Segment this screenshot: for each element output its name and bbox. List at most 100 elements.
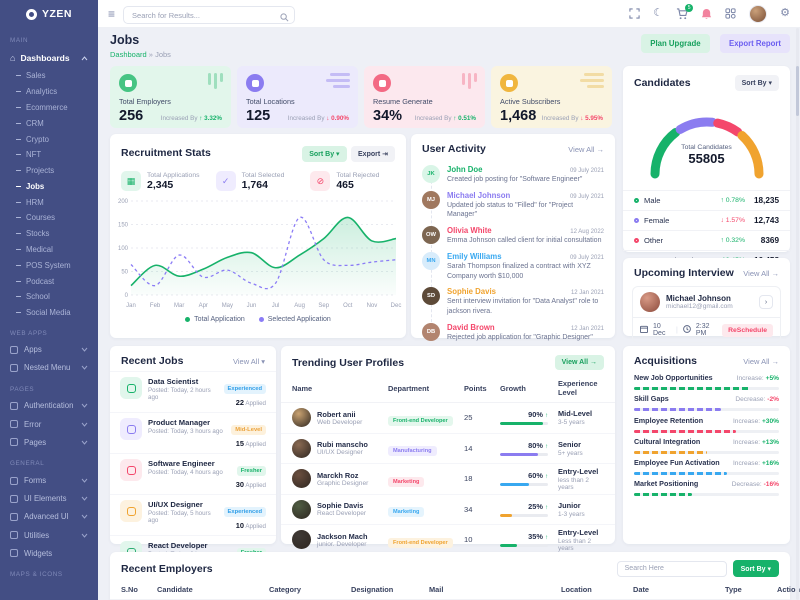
- sidebar-item-crm[interactable]: CRM: [0, 115, 98, 131]
- growth-bar: [500, 422, 548, 425]
- stat-card-change-pct: ↓ 0.90%: [326, 115, 349, 122]
- notifications-bell-icon[interactable]: [701, 8, 712, 20]
- sidebar-item-widgets[interactable]: Widgets: [0, 544, 98, 562]
- recruitment-sort-by-button[interactable]: Sort By ▾: [302, 146, 346, 162]
- job-posted: Posted: Today, 3 hours ago: [148, 428, 223, 435]
- decorative-bars: [580, 73, 604, 88]
- scrollbar-track[interactable]: [796, 28, 799, 600]
- sidebar-item-crypto[interactable]: Crypto: [0, 131, 98, 147]
- candidates-row-male: Male↑ 0.78%18,235: [623, 190, 790, 210]
- employers-col-category: Category: [269, 585, 351, 594]
- acquisitions-view-all[interactable]: View All →: [743, 357, 779, 366]
- candidates-sort-by-button[interactable]: Sort By ▾: [735, 75, 779, 91]
- sidebar-item-analytics[interactable]: Analytics: [0, 84, 98, 100]
- sidebar-item-courses[interactable]: Courses: [0, 210, 98, 226]
- chart-legend: Total ApplicationSelected Application: [110, 316, 406, 323]
- sidebar-item-error[interactable]: Error: [0, 415, 98, 433]
- acquisition-item: Skill GapsDecrease: -2%: [623, 390, 790, 411]
- scrollbar-thumb[interactable]: [796, 66, 799, 116]
- settings-gear-icon[interactable]: ⚙: [780, 8, 790, 19]
- dash-icon: [16, 265, 21, 266]
- svg-text:50: 50: [121, 270, 128, 276]
- employers-sort-by-button[interactable]: Sort By ▾: [733, 560, 779, 577]
- acquisition-item: Employee RetentionIncrease: +30%: [623, 411, 790, 432]
- sidebar-item-utilities[interactable]: Utilities: [0, 526, 98, 544]
- legend-dot: [259, 317, 264, 322]
- stat-card-label: Total Employers: [119, 97, 222, 106]
- activity-user-name: John Doe: [447, 165, 483, 174]
- department-badge: Manufacturing: [388, 446, 437, 456]
- product-manager-icon: [120, 418, 142, 440]
- growth-up-arrow: ↑: [545, 413, 548, 419]
- activity-date: 12 Jan 2021: [571, 290, 604, 296]
- sidebar-item-school[interactable]: School: [0, 289, 98, 305]
- breadcrumb-current: Jobs: [155, 50, 171, 59]
- hamburger-menu-icon[interactable]: ≡: [108, 8, 115, 20]
- breadcrumb-dashboard[interactable]: Dashboard: [110, 50, 147, 59]
- svg-text:May: May: [222, 303, 233, 309]
- recruitment-total-value: 465: [336, 179, 379, 191]
- export-report-button[interactable]: Export Report: [720, 34, 790, 53]
- candidates-row-label: Male: [644, 196, 660, 205]
- sidebar-item-medical[interactable]: Medical: [0, 242, 98, 258]
- sidebar-item-label: Ecommerce: [26, 103, 68, 112]
- recruitment-export-button[interactable]: Export ⇥: [351, 146, 395, 162]
- plan-upgrade-button[interactable]: Plan Upgrade: [641, 34, 709, 53]
- trending-view-all-button[interactable]: View All →: [555, 355, 604, 370]
- activity-text: Updated job status to "Filled" for "Proj…: [447, 201, 604, 220]
- upcoming-interview-view-all[interactable]: View All →: [743, 269, 779, 278]
- stat-card-change: Increased By ↑ 0.51%: [415, 115, 476, 122]
- job-title: Software Engineer: [148, 459, 223, 468]
- acquisition-item: Market PositioningDecrease: -16%: [623, 475, 790, 496]
- sidebar-item-dashboards[interactable]: ⌂ Dashboards: [0, 48, 98, 68]
- employers-search-input[interactable]: [617, 561, 727, 577]
- stat-card-total-employers: Total Employers256Increased By ↑ 3.32%: [110, 66, 231, 128]
- recent-jobs-view-all[interactable]: View All ▾: [233, 357, 265, 366]
- sidebar-item-podcast[interactable]: Podcast: [0, 273, 98, 289]
- user-activity-view-all[interactable]: View All →: [568, 145, 604, 154]
- acquisition-change-value: -2%: [767, 396, 779, 403]
- job-applied: 22 Applied: [224, 398, 266, 407]
- sidebar-item-label: POS System: [26, 261, 71, 270]
- sidebar-item-ui-elements[interactable]: UI Elements: [0, 490, 98, 508]
- user-avatar[interactable]: [749, 5, 767, 23]
- dash-icon: [16, 202, 21, 203]
- dash-icon: [16, 281, 21, 282]
- chevron-down-icon: [81, 496, 88, 501]
- dark-mode-icon[interactable]: ☾: [653, 8, 663, 19]
- sidebar-item-hrm[interactable]: HRM: [0, 194, 98, 210]
- sidebar-item-nested-menu[interactable]: Nested Menu: [0, 359, 98, 377]
- fullscreen-icon[interactable]: [629, 8, 640, 19]
- trending-table-header: NameDepartmentPointsGrowthExperience Lev…: [281, 375, 615, 403]
- upcoming-interview-title: Upcoming Interview: [634, 267, 734, 279]
- logo[interactable]: YZEN: [0, 0, 98, 28]
- job-level-badge: Experienced: [224, 384, 266, 394]
- growth-bar: [500, 453, 548, 456]
- resume-icon: [373, 74, 391, 92]
- sidebar-item-nft[interactable]: NFT: [0, 147, 98, 163]
- sidebar-item-jobs[interactable]: Jobs: [0, 178, 98, 194]
- recent-job-item: Product ManagerPosted: Today, 3 hours ag…: [110, 412, 276, 453]
- sidebar-item-pos-system[interactable]: POS System: [0, 257, 98, 273]
- recruitment-total-label: Total Applications: [147, 172, 200, 179]
- experience-years: 5+ years: [558, 450, 604, 457]
- sidebar-item-projects[interactable]: Projects: [0, 163, 98, 179]
- cart-icon[interactable]: 5: [676, 8, 688, 20]
- sidebar-item-pages[interactable]: Pages: [0, 433, 98, 451]
- growth-bar: [500, 483, 548, 486]
- search-input[interactable]: [123, 6, 295, 24]
- sidebar-item-sales[interactable]: Sales: [0, 68, 98, 84]
- sidebar-item-stocks[interactable]: Stocks: [0, 226, 98, 242]
- sidebar-item-social-media[interactable]: Social Media: [0, 305, 98, 321]
- sidebar-item-ecommerce[interactable]: Ecommerce: [0, 100, 98, 116]
- profile-avatar: [292, 439, 311, 458]
- search-icon: [280, 9, 289, 27]
- sidebar-item-authentication[interactable]: Authentication: [0, 397, 98, 415]
- apps-grid-icon[interactable]: [725, 8, 736, 19]
- sidebar-item-label: Forms: [24, 476, 46, 485]
- reschedule-button[interactable]: ReSchedule: [722, 324, 773, 337]
- sidebar-item-advanced-ui[interactable]: Advanced UI: [0, 508, 98, 526]
- interview-details-chevron[interactable]: ›: [759, 295, 773, 309]
- sidebar-item-apps[interactable]: Apps: [0, 341, 98, 359]
- sidebar-item-forms[interactable]: Forms: [0, 471, 98, 489]
